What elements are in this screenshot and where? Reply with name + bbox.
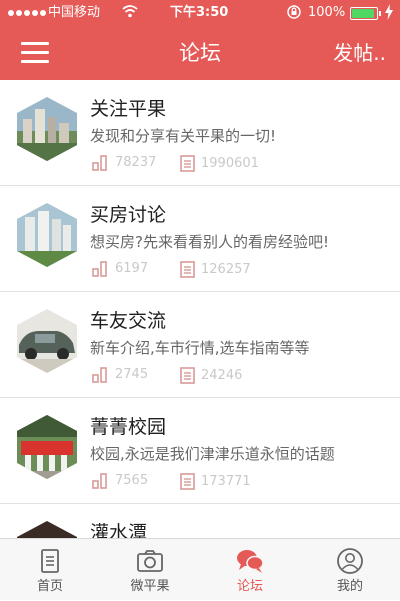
clock-time: 下午3:50 bbox=[170, 5, 229, 20]
member-count-value: 78237 bbox=[115, 155, 157, 170]
forum-title: 灌水潭 bbox=[90, 522, 148, 538]
forum-description: 新车介绍,车市行情,选车指南等等 bbox=[90, 339, 310, 357]
tab-label: 微平果 bbox=[130, 579, 170, 594]
tab-micro-pingguo[interactable]: 微平果 bbox=[100, 539, 200, 601]
post-count-value: 173771 bbox=[201, 473, 251, 489]
chat-bubbles-icon bbox=[236, 547, 264, 575]
forum-title: 车友交流 bbox=[90, 310, 167, 332]
forum-item-chat-pool[interactable]: 灌水潭 bbox=[0, 504, 400, 538]
member-count: 6197 bbox=[92, 261, 148, 277]
post-count-value: 24246 bbox=[201, 367, 243, 383]
battery-percentage: 100% bbox=[308, 5, 346, 20]
forum-item-car-club[interactable]: 车友交流 新车介绍,车市行情,选车指南等等 2745 24246 bbox=[0, 292, 400, 398]
forum-item-campus[interactable]: 菁菁校园 校园,永远是我们津津乐道永恒的话题 7565 173771 bbox=[0, 398, 400, 504]
signal-dots-icon bbox=[8, 10, 46, 16]
document-stats-icon bbox=[180, 473, 195, 490]
tab-label: 首页 bbox=[36, 579, 63, 594]
post-count: 1990601 bbox=[180, 155, 259, 172]
forum-description: 想买房?先来看看别人的看房经验吧! bbox=[90, 233, 329, 251]
forum-list[interactable]: 关注平果 发现和分享有关平果的一切! 78237 1990601 买房讨论 想买… bbox=[0, 80, 400, 538]
tab-label: 我的 bbox=[336, 579, 363, 594]
document-stats-icon bbox=[180, 261, 195, 278]
member-count: 2745 bbox=[92, 367, 148, 383]
camera-icon bbox=[136, 547, 164, 575]
forum-title: 关注平果 bbox=[90, 98, 167, 120]
document-stats-icon bbox=[180, 155, 195, 172]
post-count-value: 126257 bbox=[201, 261, 251, 277]
post-count: 126257 bbox=[180, 261, 251, 278]
forum-description: 校园,永远是我们津津乐道永恒的话题 bbox=[90, 445, 335, 463]
bar-stats-icon bbox=[92, 261, 107, 277]
forum-description: 发现和分享有关平果的一切! bbox=[90, 127, 277, 145]
forum-title: 买房讨论 bbox=[90, 204, 167, 226]
forum-title: 菁菁校园 bbox=[90, 416, 167, 438]
bar-stats-icon bbox=[92, 473, 107, 489]
tab-bar: 首页 微平果 论坛 我的 bbox=[0, 538, 400, 600]
tab-label: 论坛 bbox=[236, 579, 263, 594]
rotation-lock-icon bbox=[286, 4, 302, 25]
forum-thumbnail-car bbox=[17, 309, 77, 373]
charging-bolt-icon bbox=[384, 4, 394, 25]
carrier-label: 中国移动 bbox=[48, 5, 101, 20]
new-post-button[interactable]: 发帖.. bbox=[333, 40, 386, 66]
tab-home[interactable]: 首页 bbox=[0, 539, 100, 601]
forum-thumbnail-dark bbox=[17, 521, 77, 538]
post-count: 173771 bbox=[180, 473, 251, 490]
bar-stats-icon bbox=[92, 155, 107, 171]
member-count: 7565 bbox=[92, 473, 148, 489]
member-count: 78237 bbox=[92, 155, 156, 171]
wifi-icon bbox=[122, 4, 138, 23]
status-bar: 中国移动 下午3:50 100% bbox=[0, 0, 400, 26]
battery-icon bbox=[350, 7, 381, 20]
member-count-value: 2745 bbox=[115, 367, 149, 382]
forum-thumbnail-city bbox=[17, 97, 77, 161]
document-stats-icon bbox=[180, 367, 195, 384]
tab-profile[interactable]: 我的 bbox=[300, 539, 400, 601]
post-count: 24246 bbox=[180, 367, 242, 384]
member-count-value: 7565 bbox=[115, 473, 149, 488]
user-icon bbox=[336, 547, 364, 575]
forum-item-house-buying[interactable]: 买房讨论 想买房?先来看看别人的看房经验吧! 6197 126257 bbox=[0, 186, 400, 292]
member-count-value: 6197 bbox=[115, 261, 149, 276]
hamburger-menu-icon[interactable] bbox=[21, 42, 49, 64]
document-icon bbox=[36, 547, 64, 575]
forum-item-follow-pingguo[interactable]: 关注平果 发现和分享有关平果的一切! 78237 1990601 bbox=[0, 80, 400, 186]
tab-forum[interactable]: 论坛 bbox=[200, 539, 300, 601]
bar-stats-icon bbox=[92, 367, 107, 383]
forum-thumbnail-parade bbox=[17, 415, 77, 479]
nav-bar: 论坛 发帖.. bbox=[0, 26, 400, 80]
forum-thumbnail-apartments bbox=[17, 203, 77, 267]
post-count-value: 1990601 bbox=[201, 155, 259, 171]
